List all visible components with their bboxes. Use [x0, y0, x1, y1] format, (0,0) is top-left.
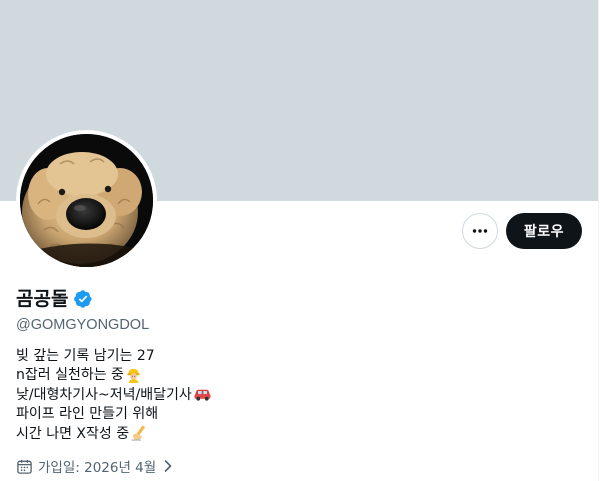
- profile-bio: 빚 갚는 기록 남기는 27 n잡러 실천하는 중 낮/대형차기사~저녁/배달기…: [16, 345, 436, 443]
- bio-line-text: n잡러 실천하는 중: [16, 367, 124, 384]
- avatar-plush-dog-image: [20, 134, 153, 267]
- bio-line: 낮/대형차기사~저녁/배달기사: [16, 384, 436, 404]
- user-handle: @GOMGYONGDOL: [16, 317, 150, 333]
- avatar[interactable]: [20, 134, 153, 267]
- bio-line: 파이프 라인 만들기 위해: [16, 404, 436, 424]
- bio-line-text: 낮/대형차기사~저녁/배달기사: [16, 386, 192, 403]
- car-emoji-icon: [193, 385, 212, 402]
- display-name-row: 곰공돌: [16, 286, 93, 312]
- joined-date-text: 가입일: 2026년 4월: [38, 460, 157, 476]
- construction-worker-emoji-icon: [125, 366, 142, 383]
- bio-line: 시간 나면 X작성 중: [16, 423, 436, 443]
- bio-line-text: 파이프 라인 만들기 위해: [16, 406, 159, 423]
- chevron-right-icon: [162, 459, 174, 473]
- writing-hand-emoji-icon: [130, 424, 148, 441]
- bio-line-text: 빚 갚는 기록 남기는 27: [16, 347, 155, 364]
- more-horizontal-icon: [472, 229, 488, 233]
- joined-date-row[interactable]: 가입일: 2026년 4월: [16, 456, 174, 476]
- verified-badge-icon[interactable]: [73, 289, 93, 309]
- bio-line: 빚 갚는 기록 남기는 27: [16, 345, 436, 365]
- bio-line: n잡러 실천하는 중: [16, 365, 436, 385]
- more-options-button[interactable]: [462, 213, 498, 249]
- profile-header: 팔로우 곰공돌 @GOMGYONGDOL 빚 갚는 기록 남기는 27 n잡러 …: [0, 0, 599, 481]
- bio-line-text: 시간 나면 X작성 중: [16, 425, 130, 442]
- follow-button[interactable]: 팔로우: [506, 213, 582, 249]
- avatar-ring: [16, 130, 157, 271]
- calendar-icon: [16, 458, 33, 475]
- display-name: 곰공돌: [16, 288, 69, 310]
